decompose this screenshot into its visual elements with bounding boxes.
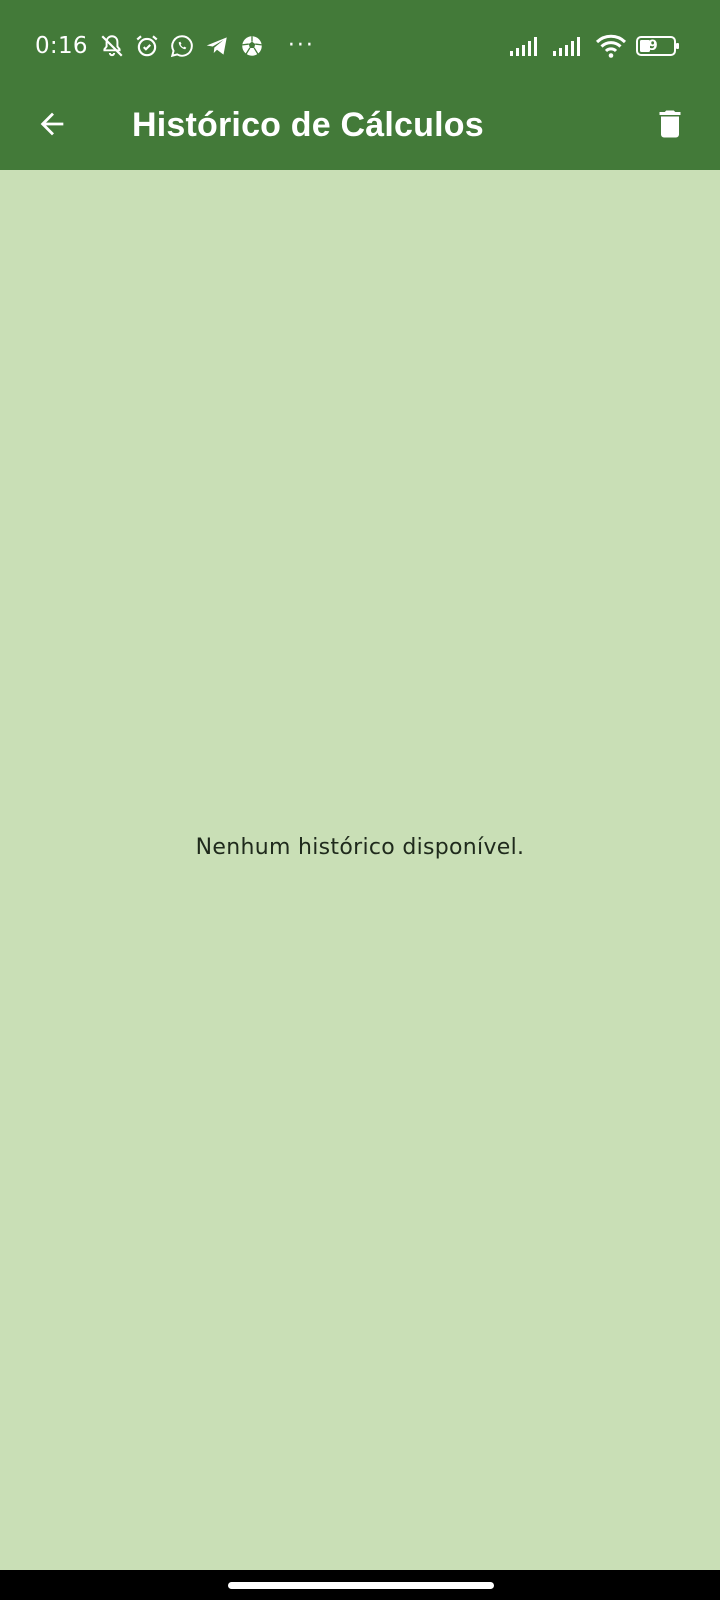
- mute-notifications-icon: [101, 35, 123, 57]
- top-bar: 0:16 ··· 9 Histórico de Cálculos: [0, 0, 720, 170]
- wifi-icon: [595, 34, 627, 58]
- signal-icon: [553, 37, 580, 56]
- battery-icon: 9: [636, 35, 680, 57]
- status-time: 0:16: [35, 33, 88, 59]
- soccer-ball-icon: [242, 36, 262, 56]
- whatsapp-icon: [170, 35, 193, 58]
- app-bar: Histórico de Cálculos: [0, 88, 720, 170]
- empty-history-message: Nenhum histórico disponível.: [195, 835, 525, 860]
- more-notifications-indicator: ···: [287, 33, 315, 58]
- status-right: 9: [509, 28, 680, 64]
- back-button[interactable]: [26, 98, 78, 150]
- home-indicator[interactable]: [228, 1582, 494, 1589]
- status-left: 0:16 ···: [35, 28, 315, 64]
- history-content: Nenhum histórico disponível.: [0, 170, 720, 1570]
- alarm-icon: [136, 35, 158, 57]
- page-title: Histórico de Cálculos: [132, 106, 484, 144]
- delete-icon: [659, 110, 681, 138]
- arrow-back-icon: [40, 112, 64, 136]
- battery-level: 9: [648, 38, 658, 54]
- delete-history-button[interactable]: [642, 96, 698, 152]
- status-bar: 0:16 ··· 9: [0, 0, 720, 88]
- telegram-icon: [206, 37, 227, 55]
- signal-icon: [510, 37, 537, 56]
- navigation-bar: [0, 1570, 720, 1600]
